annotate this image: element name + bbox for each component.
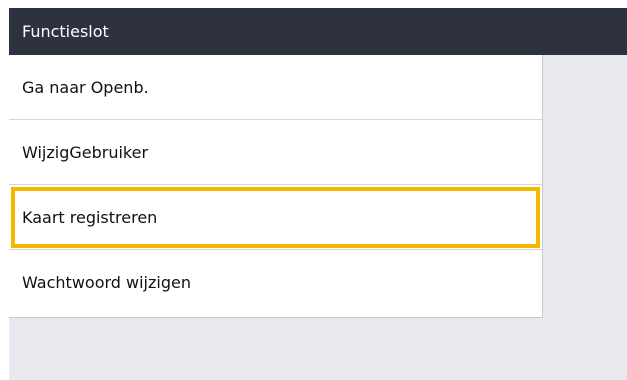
- menu-item-label: Ga naar Openb.: [22, 78, 149, 97]
- touch-screen: Functieslot Ga naar Openb. WijzigGebruik…: [9, 8, 627, 380]
- menu-item-change-password[interactable]: Wachtwoord wijzigen: [9, 250, 542, 317]
- menu-item-label: Kaart registreren: [22, 208, 158, 227]
- menu-item-register-card[interactable]: Kaart registreren: [9, 185, 542, 250]
- function-lock-menu: Ga naar Openb. WijzigGebruiker Kaart reg…: [9, 55, 543, 318]
- menu-item-go-to-public[interactable]: Ga naar Openb.: [9, 55, 542, 120]
- menu-item-label: Wachtwoord wijzigen: [22, 273, 191, 292]
- screen-header: Functieslot: [9, 8, 627, 55]
- menu-item-label: WijzigGebruiker: [22, 143, 149, 162]
- screen-title: Functieslot: [22, 22, 109, 41]
- menu-item-change-user[interactable]: WijzigGebruiker: [9, 120, 542, 185]
